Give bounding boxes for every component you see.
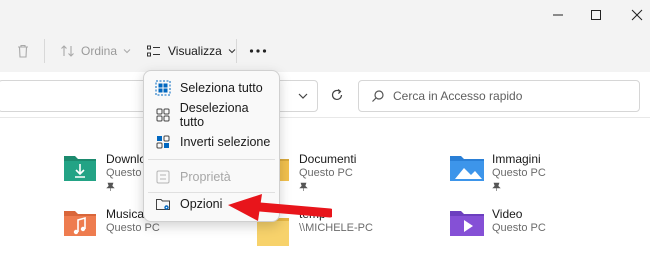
pin-icon: [299, 182, 308, 191]
chevron-down-icon: [123, 49, 131, 54]
minimize-icon: [553, 14, 563, 16]
view-button[interactable]: Visualizza: [146, 30, 237, 72]
view-layout-icon: [147, 45, 160, 57]
downloads-folder-icon: [64, 156, 96, 181]
title-bar: [0, 0, 650, 30]
menu-item-label: Deseleziona tutto: [179, 101, 249, 129]
delete-button[interactable]: [15, 30, 31, 72]
refresh-icon: [331, 89, 343, 101]
menu-item-deselect-all[interactable]: Deseleziona tutto: [148, 101, 275, 129]
toolbar-divider: [236, 39, 237, 63]
sort-button[interactable]: Ordina: [60, 30, 132, 72]
videos-folder-icon: [450, 211, 484, 236]
menu-item-label: Inverti selezione: [180, 135, 271, 149]
deselect-all-icon: [154, 106, 172, 124]
maximize-icon: [591, 10, 601, 20]
command-bar: Ordina Visualizza: [0, 30, 650, 73]
menu-divider: [148, 159, 275, 160]
search-placeholder: Cerca in Accesso rapido: [393, 89, 523, 103]
search-icon: [372, 90, 384, 102]
address-row: Cerca in Accesso rapido: [0, 72, 650, 118]
maximize-button[interactable]: [573, 0, 619, 30]
annotation-arrow: [228, 194, 332, 221]
menu-item-label: Proprietà: [180, 170, 231, 184]
close-icon: [631, 9, 643, 21]
search-input[interactable]: Cerca in Accesso rapido: [358, 80, 640, 112]
pin-icon: [492, 182, 501, 191]
folder-tile-pictures[interactable]: Immagini Questo PC: [449, 152, 639, 196]
view-label: Visualizza: [168, 44, 222, 58]
refresh-button[interactable]: [322, 80, 352, 110]
folder-location: Questo PC: [492, 167, 546, 179]
menu-item-properties[interactable]: Proprietà: [148, 164, 275, 190]
menu-item-label: Opzioni: [180, 197, 223, 211]
more-options-icon: [249, 49, 267, 53]
menu-item-select-all[interactable]: Seleziona tutto: [148, 75, 275, 101]
folder-tile-videos[interactable]: Video Questo PC: [449, 207, 639, 251]
menu-item-invert-selection[interactable]: Inverti selezione: [148, 129, 275, 155]
more-options-button[interactable]: [249, 30, 267, 72]
select-all-icon: [154, 79, 172, 97]
sort-icon: [61, 45, 74, 57]
trash-icon: [18, 44, 28, 58]
pin-icon: [106, 182, 115, 191]
folder-name: Documenti: [299, 152, 357, 166]
properties-icon: [154, 168, 172, 186]
invert-selection-icon: [154, 133, 172, 151]
folder-location: Questo PC: [106, 222, 160, 234]
pictures-folder-icon: [450, 156, 484, 181]
music-folder-icon: [64, 211, 96, 236]
folder-options-icon: [154, 195, 172, 213]
menu-item-label: Seleziona tutto: [180, 81, 263, 95]
folder-name: Musica: [106, 207, 145, 221]
chevron-down-icon[interactable]: [297, 90, 309, 102]
close-button[interactable]: [614, 0, 650, 30]
sort-label: Ordina: [81, 44, 118, 58]
folder-location: Questo PC: [299, 167, 353, 179]
folder-name: Video: [492, 207, 523, 221]
folder-location: Questo PC: [492, 222, 546, 234]
folder-name: Immagini: [492, 152, 541, 166]
toolbar-divider: [44, 39, 45, 63]
folder-tile-documents[interactable]: Documenti Questo PC: [256, 152, 446, 196]
